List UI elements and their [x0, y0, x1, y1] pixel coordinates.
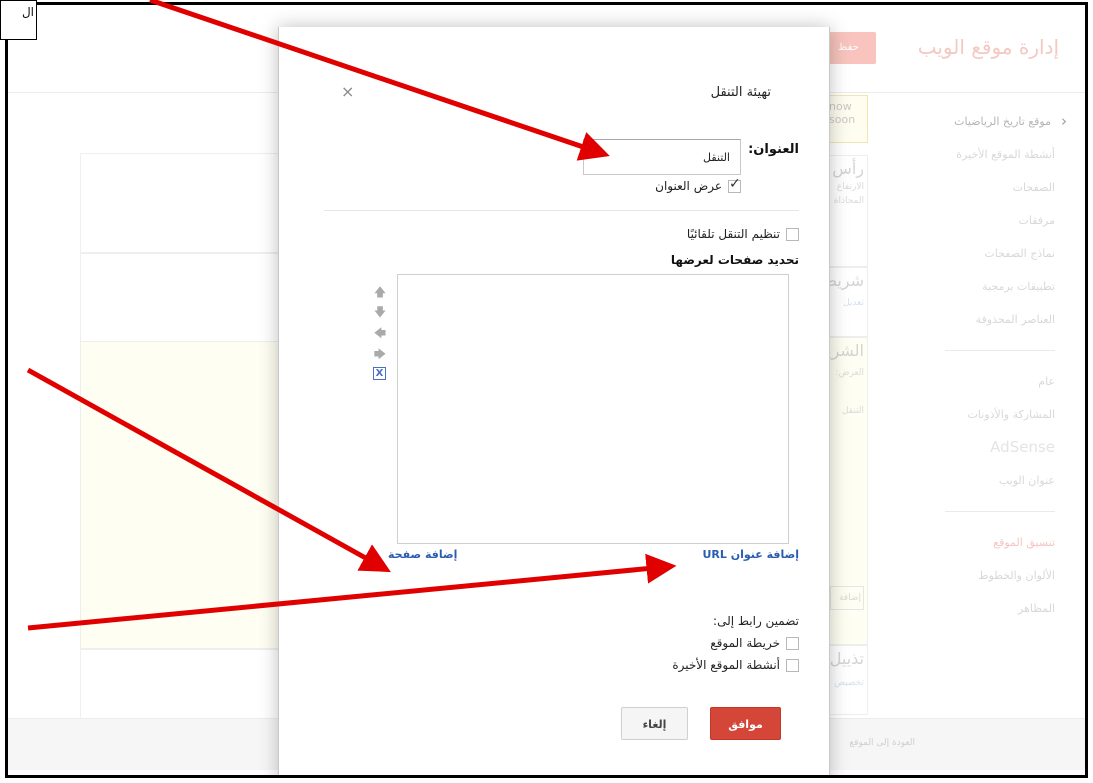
navigation-config-dialog: تهيئة التنقل × العنوان: عرض العنوان تنظي…	[278, 27, 830, 775]
bg-gadget-text: العرض:	[835, 368, 864, 378]
bg-sidebar-item[interactable]: الصفحات	[905, 171, 1085, 204]
bg-sidebar-item[interactable]: AdSense	[905, 431, 1085, 464]
bg-gadget-link[interactable]: تخصيص	[830, 678, 864, 688]
dialog-title: تهيئة التنقل	[710, 85, 771, 100]
remove-icon[interactable]: X	[373, 367, 386, 380]
show-title-label: عرض العنوان	[655, 179, 722, 193]
section-divider	[324, 210, 799, 211]
close-icon[interactable]: ×	[341, 82, 354, 101]
include-recent-activity-option[interactable]: أنشطة الموقع الأخيرة	[672, 658, 799, 672]
bg-layout-box	[80, 153, 285, 253]
move-up-icon[interactable]: 🡅	[373, 283, 387, 304]
auto-organize-option[interactable]: تنظيم التنقل تلقائيًا	[687, 227, 799, 241]
bg-notice: now soon	[826, 95, 868, 143]
bg-sidebar-item[interactable]: مرفقات	[905, 204, 1085, 237]
pages-list[interactable]	[397, 274, 789, 544]
bg-gadget-text: المحاذاة	[833, 196, 864, 206]
bg-sidebar-divider	[945, 511, 1055, 512]
title-input[interactable]	[583, 139, 741, 175]
sitemap-label: خريطة الموقع	[710, 636, 780, 650]
bg-gadget-title: الشريط	[826, 341, 864, 360]
add-page-link[interactable]: إضافة صفحة	[388, 548, 457, 561]
sitemap-checkbox[interactable]	[786, 636, 799, 650]
bg-gadget-strip: now soon رأس الارتفاع المحاذاة شريط تعدي…	[826, 95, 868, 720]
recent-activity-checkbox[interactable]	[786, 658, 799, 672]
bg-footer-link[interactable]: العودة إلى الموقع	[849, 738, 915, 748]
bg-gadget-text: الارتفاع	[836, 182, 864, 192]
show-title-option[interactable]: عرض العنوان	[655, 176, 741, 193]
bg-sidebar-item[interactable]: الألوان والخطوط	[905, 559, 1085, 592]
bg-gadget-nav: شريط تعديل	[826, 267, 868, 337]
bg-sidebar-item[interactable]: العناصر المحذوفة	[905, 303, 1085, 336]
move-down-icon[interactable]: 🡇	[373, 303, 387, 324]
bg-layout-box	[80, 253, 285, 343]
screenshot-frame: إدارة موقع الويب حفظ now soon رأس الارتف…	[5, 2, 1088, 778]
bg-sidebar-divider	[945, 350, 1055, 351]
recent-activity-label: أنشطة الموقع الأخيرة	[672, 658, 780, 672]
bg-gadget-footer: تذييل تخصيص	[826, 645, 868, 715]
bg-app-title: إدارة موقع الويب	[917, 35, 1059, 59]
include-link-heading: تضمين رابط إلى:	[713, 614, 799, 628]
annotation-callout: ال	[0, 0, 37, 40]
bg-sidebar-item[interactable]: المظاهر	[905, 592, 1085, 625]
bg-layout-box-highlighted	[80, 341, 285, 649]
bg-sidebar-item[interactable]: المشاركة والأذونات	[905, 398, 1085, 431]
bg-gadget-title: رأس	[832, 159, 864, 178]
cancel-button[interactable]: إلغاء	[621, 707, 688, 740]
move-right-icon[interactable]: 🡆	[373, 345, 387, 366]
bg-notice-line: now	[829, 100, 852, 113]
bg-sidebar-item[interactable]: أنشطة الموقع الأخيرة	[905, 138, 1085, 171]
bg-gadget-header: رأس الارتفاع المحاذاة	[826, 155, 868, 267]
bg-gadget-title: شريط	[826, 271, 864, 290]
show-title-checkbox[interactable]	[728, 176, 741, 193]
bg-gadget-title: تذييل	[829, 649, 864, 668]
bg-gadget-add[interactable]: إضافة	[830, 586, 864, 610]
move-left-icon[interactable]: 🡄	[373, 324, 387, 345]
bg-gadget-text: التنقل	[841, 406, 864, 416]
bg-layout-box	[80, 649, 285, 719]
bg-sidebar-site-link[interactable]: موقع تاريخ الرياضيات	[905, 105, 1085, 138]
bg-gadget-link[interactable]: تعديل	[830, 298, 864, 308]
bg-sidebar-item[interactable]: عنوان الويب	[905, 464, 1085, 497]
bg-sidebar-item[interactable]: تنسيق الموقع	[905, 526, 1085, 559]
auto-organize-checkbox[interactable]	[786, 227, 799, 241]
pages-heading: تحديد صفحات لعرضها	[670, 253, 799, 267]
bg-gadget-sidebar: الشريط العرض: التنقل إضافة	[826, 337, 868, 645]
title-field-label: العنوان:	[748, 142, 799, 157]
bg-sidebar-item[interactable]: عام	[905, 365, 1085, 398]
bg-notice-line: soon	[829, 113, 856, 126]
ok-button[interactable]: موافق	[710, 707, 781, 740]
add-url-link[interactable]: إضافة عنوان URL	[702, 548, 799, 561]
include-sitemap-option[interactable]: خريطة الموقع	[710, 636, 799, 650]
bg-sidebar: موقع تاريخ الرياضيات أنشطة الموقع الأخير…	[905, 105, 1085, 625]
bg-sidebar-item[interactable]: تطبيقات برمجية	[905, 270, 1085, 303]
auto-organize-label: تنظيم التنقل تلقائيًا	[686, 227, 780, 241]
bg-sidebar-item[interactable]: نماذج الصفحات	[905, 237, 1085, 270]
